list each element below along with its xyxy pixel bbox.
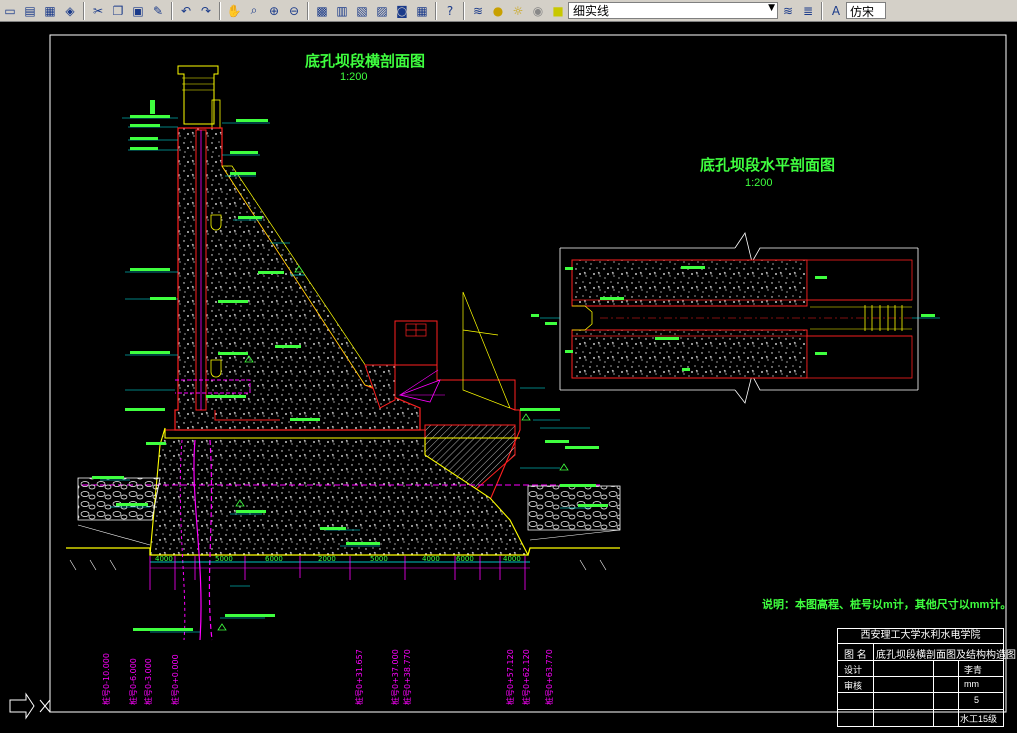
print-icon[interactable]: ◈ [60,2,80,20]
plan-section-view [531,232,940,404]
properties-icon[interactable]: ▩ [312,2,332,20]
chevron-down-icon: ▼ [768,3,775,13]
station-label: 桩号0+57.120 [505,649,515,705]
layer-dropdown[interactable]: 细实线 ▼ [568,2,778,19]
title-block: 西安理工大学水利水电学院 图 名 底孔坝段横剖面图及结构构造图 李青 mm 5 … [837,628,1016,727]
calculator-icon[interactable]: ▦ [412,2,432,20]
section-title: 底孔坝段横剖面图 [305,53,426,70]
undo-icon[interactable]: ↶ [176,2,196,20]
zoom-realtime-icon[interactable]: ⌕ [244,2,264,20]
layers-icon[interactable]: ≋ [468,2,488,20]
dimension-label: 4000 [422,555,440,563]
open-icon[interactable]: ▤ [20,2,40,20]
pan-icon[interactable]: ✋ [224,2,244,20]
toolbar-separator [219,1,221,20]
save-icon[interactable]: ▦ [40,2,60,20]
drawing-note: 说明：本图高程、桩号以m计，其他尺寸以mm计。 [762,599,1012,611]
matchprop-icon[interactable]: ✎ [148,2,168,20]
dimension-label: 6000 [265,555,283,563]
text-style-icon[interactable]: A [826,2,846,20]
layer-on-icon[interactable]: ● [488,2,508,20]
paste-icon[interactable]: ▣ [128,2,148,20]
zoom-previous-icon[interactable]: ⊖ [284,2,304,20]
toolbar-separator [171,1,173,20]
title-block-divider [933,660,934,726]
layer-previous-icon[interactable]: ≣ [798,2,818,20]
toolbar-separator [83,1,85,20]
title-block-divider [838,709,1003,710]
station-labels: 桩号0-10.000 桩号0-6.000 桩号0-3.000 桩号0+0.000… [101,649,554,705]
redo-icon[interactable]: ↷ [196,2,216,20]
help-icon[interactable]: ? [440,2,460,20]
title-block-divider [838,676,1003,677]
layer-color-icon[interactable]: ■ [548,2,568,20]
markup-icon[interactable]: ◙ [392,2,412,20]
title-block-value: mm [964,679,979,689]
title-block-drawing-name: 底孔坝段横剖面图及结构构造图 [876,650,1016,661]
make-current-icon[interactable]: ≋ [778,2,798,20]
station-label: 桩号0+63.770 [544,649,554,705]
title-block-value: 水工15级 [960,714,998,724]
station-label: 桩号0+31.657 [354,649,364,705]
new-icon[interactable]: ▭ [0,2,20,20]
dimension-label: 4000 [155,555,173,563]
station-label: 桩号0+62.120 [521,649,531,705]
dimension-label: 6000 [456,555,474,563]
title-block-name-row: 图 名 底孔坝段横剖面图及结构构造图 [838,643,1016,661]
designcenter-icon[interactable]: ▥ [332,2,352,20]
toolbar-separator [463,1,465,20]
title-block-name-label: 图 名 [844,650,867,661]
sheetset-icon[interactable]: ▨ [372,2,392,20]
standard-toolbar: ▭ ▤ ▦ ◈ ✂ ❐ ▣ ✎ ↶ ↷ ✋ ⌕ ⊕ ⊖ ▩ ▥ ▧ ▨ ◙ ▦ … [0,0,1017,22]
layer-dropdown-value: 细实线 [573,4,610,18]
station-label: 桩号0-10.000 [101,653,111,705]
dimension-label: 5000 [215,555,233,563]
dimension-label: 2000 [318,555,336,563]
toolpalette-icon[interactable]: ▧ [352,2,372,20]
cross-section-view [66,65,621,641]
font-dropdown[interactable]: 仿宋 [846,2,886,19]
title-block-value: 5 [974,695,980,705]
title-block-divider [958,660,959,726]
cut-icon[interactable]: ✂ [88,2,108,20]
title-block-school: 西安理工大学水利水电学院 [838,629,1003,644]
title-block-label: 设计 [844,665,863,675]
cad-drawing: 桩号0-10.000 桩号0-6.000 桩号0-3.000 桩号0+0.000… [9,34,1007,720]
section-scale: 1:200 [340,71,368,83]
dimension-label: 4000 [503,555,521,563]
layer-freeze-icon[interactable]: ☼ [508,2,528,20]
plan-scale: 1:200 [745,177,773,189]
drawing-canvas[interactable]: 桩号0-10.000 桩号0-6.000 桩号0-3.000 桩号0+0.000… [0,22,1017,733]
layer-lock-icon[interactable]: ◉ [528,2,548,20]
station-label: 桩号0+37.000 [390,649,400,705]
station-label: 桩号0-3.000 [143,658,153,705]
title-block-divider [838,692,1003,693]
dimension-label: 5000 [370,555,388,563]
station-label: 桩号0+0.000 [170,654,180,705]
title-block-label: 审核 [844,681,863,691]
title-block-divider [873,643,874,726]
station-label: 桩号0+38.770 [402,649,412,705]
title-block-value: 李青 [964,665,983,675]
zoom-window-icon[interactable]: ⊕ [264,2,284,20]
toolbar-separator [821,1,823,20]
plan-title: 底孔坝段水平剖面图 [700,157,836,174]
ucs-icon [9,692,51,720]
station-label: 桩号0-6.000 [128,658,138,705]
copy-icon[interactable]: ❐ [108,2,128,20]
toolbar-separator [307,1,309,20]
toolbar-separator [435,1,437,20]
